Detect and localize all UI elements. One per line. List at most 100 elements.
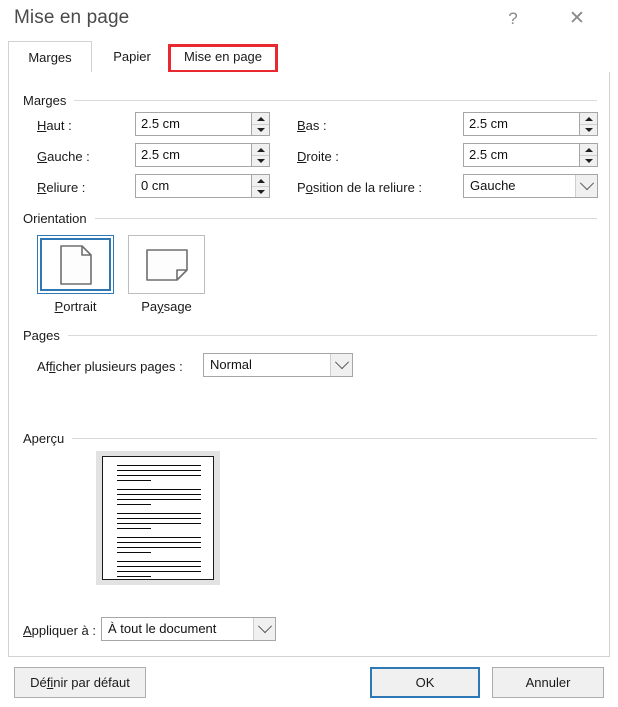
combo-gutter-position[interactable]: Gauche (463, 174, 598, 198)
preview-text-line (117, 552, 151, 553)
group-header-apercu: Aperçu (23, 430, 597, 446)
chevron-down-icon[interactable] (575, 175, 597, 197)
combo-apply-to[interactable]: À tout le document (101, 617, 276, 641)
preview-text-line (117, 528, 151, 529)
preview-text-line (117, 537, 201, 538)
tab-strip: Marges Papier Mise en page (0, 41, 618, 73)
label-margin-top: Haut : (37, 118, 72, 133)
dialog-title: Mise en page (14, 7, 130, 28)
orientation-landscape-option[interactable] (128, 235, 205, 294)
orientation-portrait-option[interactable] (37, 235, 114, 294)
close-button[interactable]: ✕ (560, 4, 594, 34)
combo-multiple-pages-value[interactable]: Normal (204, 354, 330, 376)
group-header-orientation: Orientation (23, 210, 597, 226)
page-landscape-icon (145, 248, 188, 281)
tab-marges-label: Marges (28, 50, 72, 65)
label-gutter-position-rest: sition de la reliure : (312, 180, 423, 195)
orientation-landscape-label-rest: sage (163, 299, 192, 314)
preview-shadow (96, 451, 220, 585)
set-as-default-button[interactable]: Définir par défaut (14, 667, 146, 698)
spinner-margin-right-buttons[interactable] (579, 144, 597, 166)
label-margin-right-rest: roite : (306, 149, 339, 164)
spinner-down-icon[interactable] (252, 124, 269, 135)
label-multiple-pages: Afficher plusieurs pages : (37, 359, 183, 374)
combo-multiple-pages[interactable]: Normal (203, 353, 353, 377)
preview-text-line (117, 504, 151, 505)
spinner-margin-left-value[interactable]: 2.5 cm (136, 144, 251, 166)
spinner-margin-top-value[interactable]: 2.5 cm (136, 113, 251, 135)
set-as-default-label: Définir par défaut (30, 675, 130, 690)
group-header-marges: Marges (23, 92, 597, 108)
spinner-gutter-value[interactable]: 0 cm (136, 175, 251, 197)
help-button[interactable]: ? (496, 4, 530, 34)
combo-apply-to-value[interactable]: À tout le document (102, 618, 253, 640)
preview-text-line (117, 480, 151, 481)
question-mark-icon: ? (508, 9, 518, 28)
spinner-margin-bottom[interactable]: 2.5 cm (463, 112, 598, 136)
preview-text-line (117, 561, 201, 562)
preview-text-line (117, 465, 201, 466)
group-rule (72, 437, 597, 439)
label-margin-right: Droite : (297, 149, 339, 164)
preview-text-line (117, 475, 201, 476)
preview-text-line (117, 542, 201, 543)
chevron-down-icon[interactable] (253, 618, 275, 640)
spinner-up-icon[interactable] (580, 144, 597, 155)
label-multiple-pages-pre: Af (37, 359, 50, 374)
group-label-marges: Marges (23, 92, 67, 108)
tab-marges[interactable]: Marges (8, 41, 92, 72)
preview-text-line (117, 566, 201, 567)
group-label-apercu: Aperçu (23, 430, 65, 446)
preview-text-line (117, 523, 201, 524)
tab-mise-en-page-label: Mise en page (183, 49, 263, 64)
cancel-button[interactable]: Annuler (492, 667, 604, 698)
preview-text-line (117, 547, 201, 548)
preview-text-line (117, 494, 201, 495)
spinner-gutter[interactable]: 0 cm (135, 174, 270, 198)
ok-button[interactable]: OK (370, 667, 480, 698)
label-margin-top-rest: aut : (46, 118, 72, 133)
spinner-up-icon[interactable] (252, 113, 269, 124)
label-gutter-position: Position de la reliure : (297, 180, 423, 195)
spinner-up-icon[interactable] (580, 113, 597, 124)
tab-mise-en-page[interactable]: Mise en page (170, 41, 276, 72)
preview-text-line (117, 513, 201, 514)
tab-papier[interactable]: Papier (95, 41, 169, 72)
spinner-gutter-buttons[interactable] (251, 175, 269, 197)
group-label-orientation: Orientation (23, 210, 87, 226)
group-rule (74, 99, 597, 101)
spinner-margin-right-value[interactable]: 2.5 cm (464, 144, 579, 166)
label-multiple-pages-rest: cher plusieurs pages : (55, 359, 183, 374)
spinner-up-icon[interactable] (252, 175, 269, 186)
group-header-pages: Pages (23, 327, 597, 343)
label-gutter: Reliure : (37, 180, 86, 195)
label-gutter-position-pre: P (297, 180, 306, 195)
group-rule (94, 217, 597, 219)
combo-gutter-position-value[interactable]: Gauche (464, 175, 575, 197)
label-margin-bottom-rest: as : (305, 118, 327, 133)
spinner-margin-left[interactable]: 2.5 cm (135, 143, 270, 167)
spinner-up-icon[interactable] (252, 144, 269, 155)
dialog-footer: Définir par défaut OK Annuler (0, 657, 618, 707)
spinner-margin-bottom-buttons[interactable] (579, 113, 597, 135)
label-margin-left-rest: auche : (47, 149, 90, 164)
spinner-margin-top[interactable]: 2.5 cm (135, 112, 270, 136)
preview-text-line (117, 499, 201, 500)
page-portrait-icon (59, 244, 92, 285)
group-rule (67, 334, 597, 336)
label-margin-left: Gauche : (37, 149, 90, 164)
spinner-margin-bottom-value[interactable]: 2.5 cm (464, 113, 579, 135)
page-preview (102, 456, 214, 580)
spinner-margin-right[interactable]: 2.5 cm (463, 143, 598, 167)
close-icon: ✕ (569, 8, 585, 29)
preview-text-line (117, 518, 201, 519)
chevron-down-icon[interactable] (330, 354, 352, 376)
spinner-down-icon[interactable] (252, 186, 269, 197)
title-bar: Mise en page ? ✕ (0, 0, 618, 41)
spinner-down-icon[interactable] (252, 155, 269, 166)
spinner-margin-top-buttons[interactable] (251, 113, 269, 135)
spinner-down-icon[interactable] (580, 124, 597, 135)
spinner-margin-left-buttons[interactable] (251, 144, 269, 166)
spinner-down-icon[interactable] (580, 155, 597, 166)
tab-papier-label: Papier (113, 49, 151, 64)
